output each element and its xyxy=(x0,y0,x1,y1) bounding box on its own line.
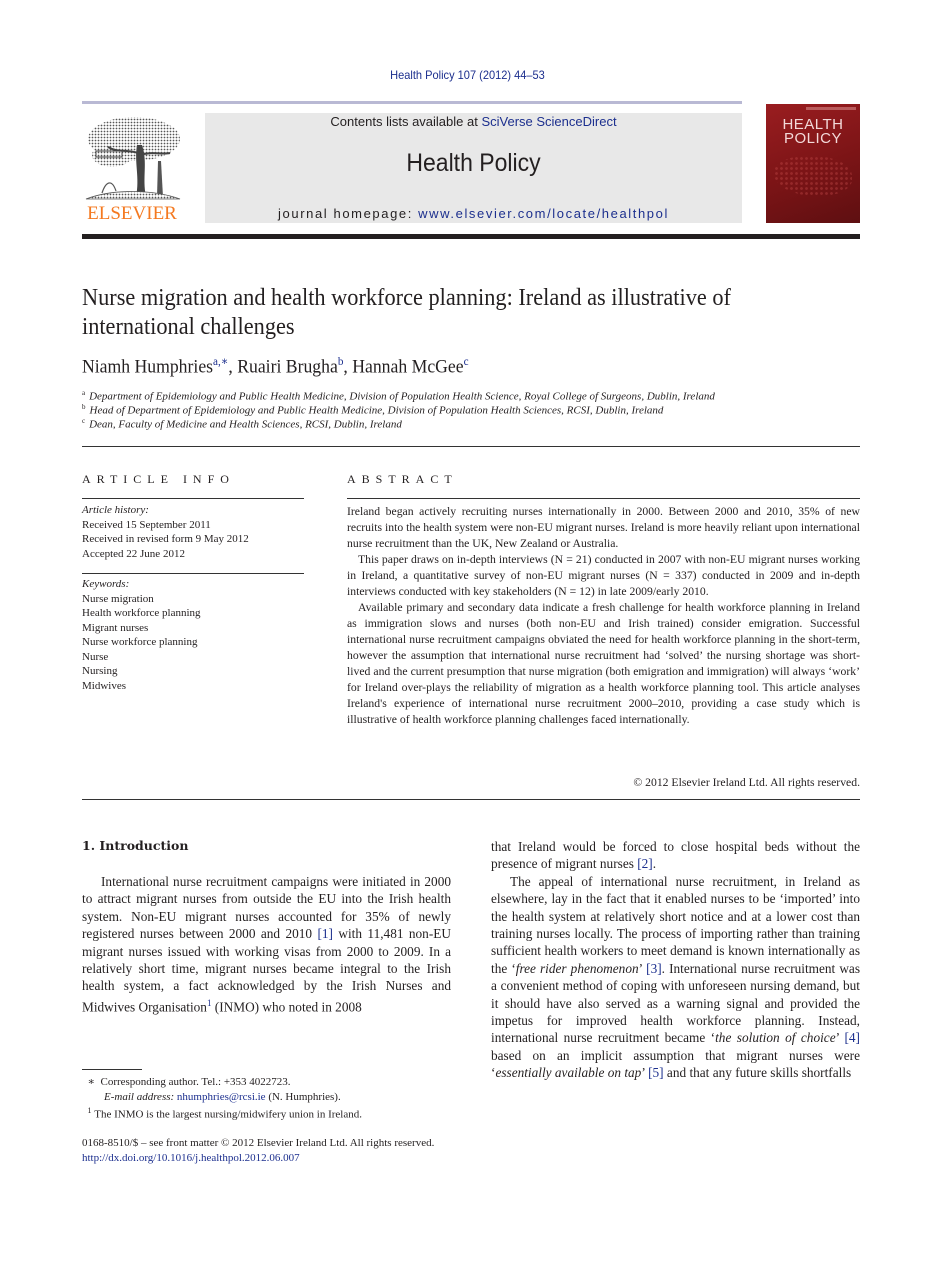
footnote-mark: 1 xyxy=(87,1106,92,1115)
affiliation-text: Head of Department of Epidemiology and P… xyxy=(89,404,664,417)
abstract-heading: ABSTRACT xyxy=(347,472,458,486)
footnote-1: 1 The INMO is the largest nursing/midwif… xyxy=(82,1104,462,1122)
keyword: Health workforce planning xyxy=(82,607,201,619)
citation-link[interactable]: [5] xyxy=(648,1065,664,1080)
text-run: that Ireland would be forced to close ho… xyxy=(491,839,860,872)
body-paragraph: that Ireland would be forced to close ho… xyxy=(491,838,860,873)
contents-prefix: Contents lists available at xyxy=(330,114,482,129)
keyword: Migrant nurses xyxy=(82,621,149,634)
author-separator: , xyxy=(343,356,353,378)
history-received: Received 15 September 2011 xyxy=(82,518,211,531)
divider-rule xyxy=(82,498,304,499)
history-accepted: Accepted 22 June 2012 xyxy=(82,547,185,560)
text-run: . xyxy=(652,856,657,872)
abstract-paragraph: Available primary and secondary data ind… xyxy=(347,601,860,726)
keywords-label: Keywords: xyxy=(82,578,130,590)
text-run-italic: free rider phenomenon xyxy=(515,960,639,976)
text-run: (INMO) who noted in 2008 xyxy=(211,999,362,1015)
elsevier-wordmark: ELSEVIER xyxy=(87,203,177,224)
body-paragraph: The appeal of international nurse recrui… xyxy=(491,873,860,1082)
email-suffix: (N. Humphries). xyxy=(265,1090,341,1103)
cover-strip xyxy=(806,107,856,110)
citation-link[interactable]: [3] xyxy=(646,961,662,976)
email-label: E-mail address: xyxy=(104,1090,175,1103)
citation-link[interactable]: [4] xyxy=(844,1030,860,1045)
affiliation-key: b xyxy=(82,403,86,411)
text-run-italic: essentially available on tap xyxy=(495,1065,642,1081)
keyword: Nurse migration xyxy=(82,592,154,605)
sciencedirect-link[interactable]: SciVerse ScienceDirect xyxy=(481,114,616,129)
keyword: Nurse xyxy=(82,650,109,663)
section-heading-introduction: 1. Introduction xyxy=(82,838,189,853)
history-revised: Received in revised form 9 May 2012 xyxy=(82,533,249,545)
author-name[interactable]: Niamh Humphries xyxy=(82,356,213,377)
author-list: Niamh Humphriesa,∗, Ruairi Brughab, Hann… xyxy=(82,354,469,378)
elsevier-tree-icon xyxy=(85,117,181,200)
abstract-body: Ireland began actively recruiting nurses… xyxy=(347,504,860,728)
keyword: Midwives xyxy=(82,679,126,692)
footnote-text: Corresponding author. Tel.: +353 4022723… xyxy=(100,1076,291,1088)
affiliation-text: Department of Epidemiology and Public He… xyxy=(89,390,715,403)
homepage-prefix: journal homepage: xyxy=(278,206,419,221)
affiliation-b: b Head of Department of Epidemiology and … xyxy=(82,403,663,417)
keyword: Nurse workforce planning xyxy=(82,636,198,648)
cover-title: HEALTH POLICY xyxy=(766,117,860,147)
elsevier-logo[interactable]: ELSEVIER xyxy=(82,115,182,225)
body-paragraph: International nurse recruitment campaign… xyxy=(82,873,451,1016)
journal-homepage-link[interactable]: www.elsevier.com/locate/healthpol xyxy=(418,206,669,221)
affiliation-c: c Dean, Faculty of Medicine and Health Sc… xyxy=(82,417,402,431)
article-info-heading: ARTICLE INFO xyxy=(82,472,235,486)
abstract-paragraph: Ireland began actively recruiting nurses… xyxy=(347,505,860,550)
abstract-copyright: © 2012 Elsevier Ireland Ltd. All rights … xyxy=(633,776,860,789)
divider-rule xyxy=(82,446,860,447)
doi-link[interactable]: http://dx.doi.org/10.1016/j.healthpol.20… xyxy=(82,1151,434,1166)
text-run: and that any future skills shortfalls xyxy=(663,1065,852,1081)
article-history: Article history: Received 15 September 2… xyxy=(82,503,249,561)
article-title: Nurse migration and health workforce pla… xyxy=(82,285,731,340)
citation-link[interactable]: [2] xyxy=(637,856,653,871)
affiliation-a: a Department of Epidemiology and Public H… xyxy=(82,389,715,403)
article-history-label: Article history: xyxy=(82,504,149,516)
cover-world-map-icon xyxy=(774,156,852,196)
affiliation-key: c xyxy=(82,417,86,425)
footnotes: ∗ Corresponding author. Tel.: +353 40227… xyxy=(82,1075,462,1122)
homepage-line: journal homepage: www.elsevier.com/locat… xyxy=(205,206,742,221)
body-column-right: that Ireland would be forced to close ho… xyxy=(491,838,860,1082)
text-run-italic: the solution of choice xyxy=(715,1030,836,1046)
issn-line: 0168-8510/$ – see front matter © 2012 El… xyxy=(82,1137,435,1149)
keywords-list: Keywords: Nurse migration Health workfor… xyxy=(82,577,201,693)
author-affil-mark[interactable]: c xyxy=(464,354,469,368)
divider-rule xyxy=(82,799,860,800)
footnote-mark: ∗ xyxy=(87,1076,95,1088)
keyword: Nursing xyxy=(82,665,118,677)
divider-rule xyxy=(347,498,860,499)
footnote-rule xyxy=(82,1069,142,1070)
footnote-corresponding: ∗ Corresponding author. Tel.: +353 40227… xyxy=(82,1075,462,1090)
author-separator: , xyxy=(228,356,238,378)
abstract-paragraph: This paper draws on in-depth interviews … xyxy=(347,553,860,598)
footnote-email: E-mail address: nhumphries@rcsi.ie (N. H… xyxy=(82,1090,462,1105)
email-link[interactable]: nhumphries@rcsi.ie xyxy=(177,1091,266,1103)
journal-citation[interactable]: Health Policy 107 (2012) 44–53 xyxy=(37,68,897,82)
footnote-text: The INMO is the largest nursing/midwifer… xyxy=(94,1108,362,1121)
journal-name: Health Policy xyxy=(406,149,541,177)
citation-link[interactable]: [1] xyxy=(317,926,333,941)
divider-rule xyxy=(82,573,304,574)
header-top-rule xyxy=(82,101,742,104)
contents-line: Contents lists available at SciVerse Sci… xyxy=(205,114,742,129)
header-thick-rule xyxy=(82,234,860,239)
author-name[interactable]: Ruairi Brugha xyxy=(237,356,338,377)
journal-cover-thumbnail[interactable]: HEALTH POLICY xyxy=(766,104,860,223)
author-name[interactable]: Hannah McGee xyxy=(352,356,463,377)
affiliation-text: Dean, Faculty of Medicine and Health Sci… xyxy=(89,418,402,431)
affiliation-key: a xyxy=(82,389,86,397)
author-affil-mark[interactable]: a,∗ xyxy=(213,354,228,368)
journal-header-box: Contents lists available at SciVerse Sci… xyxy=(205,113,742,223)
body-column-left: International nurse recruitment campaign… xyxy=(82,873,451,1016)
cover-title-line2: POLICY xyxy=(783,130,843,147)
front-matter: 0168-8510/$ – see front matter © 2012 El… xyxy=(82,1136,434,1165)
